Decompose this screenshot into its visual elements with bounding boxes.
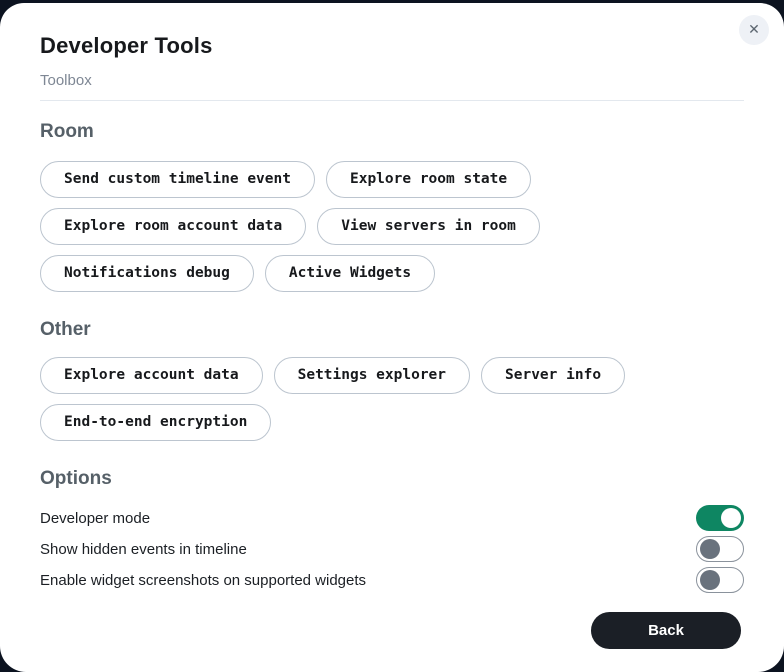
widget-screenshots-toggle[interactable] [696,567,744,593]
settings-explorer-button[interactable]: Settings explorer [274,357,470,394]
developer-mode-label: Developer mode [40,510,150,527]
developer-mode-toggle[interactable] [696,505,744,531]
show-hidden-events-label: Show hidden events in timeline [40,541,247,558]
view-servers-in-room-button[interactable]: View servers in room [317,208,540,245]
back-button[interactable]: Back [591,612,741,649]
explore-account-data-button[interactable]: Explore account data [40,357,263,394]
dialog-footer: Back [40,612,744,649]
active-widgets-button[interactable]: Active Widgets [265,255,435,292]
option-row-developer-mode: Developer mode [40,505,744,531]
option-row-show-hidden-events: Show hidden events in timeline [40,536,744,562]
header-divider [40,100,744,101]
room-button-group: Send custom timeline event Explore room … [40,161,744,292]
widget-screenshots-label: Enable widget screenshots on supported w… [40,572,366,589]
dialog-subtitle: Toolbox [40,72,744,90]
toggle-knob [721,508,741,528]
explore-room-state-button[interactable]: Explore room state [326,161,531,198]
option-row-widget-screenshots: Enable widget screenshots on supported w… [40,567,744,593]
page-title: Developer Tools [40,33,744,59]
options-toggle-list: Developer mode Show hidden events in tim… [40,505,744,593]
section-heading-room: Room [40,120,744,143]
toggle-knob [700,539,720,559]
explore-room-account-data-button[interactable]: Explore room account data [40,208,306,245]
show-hidden-events-toggle[interactable] [696,536,744,562]
other-button-group: Explore account data Settings explorer S… [40,357,744,441]
send-custom-timeline-event-button[interactable]: Send custom timeline event [40,161,315,198]
section-heading-options: Options [40,467,744,490]
close-icon[interactable]: ✕ [739,15,769,45]
toggle-knob [700,570,720,590]
developer-tools-dialog: ✕ Developer Tools Toolbox Room Send cust… [0,3,784,672]
notifications-debug-button[interactable]: Notifications debug [40,255,254,292]
end-to-end-encryption-button[interactable]: End-to-end encryption [40,404,271,441]
section-heading-other: Other [40,318,744,341]
server-info-button[interactable]: Server info [481,357,625,394]
